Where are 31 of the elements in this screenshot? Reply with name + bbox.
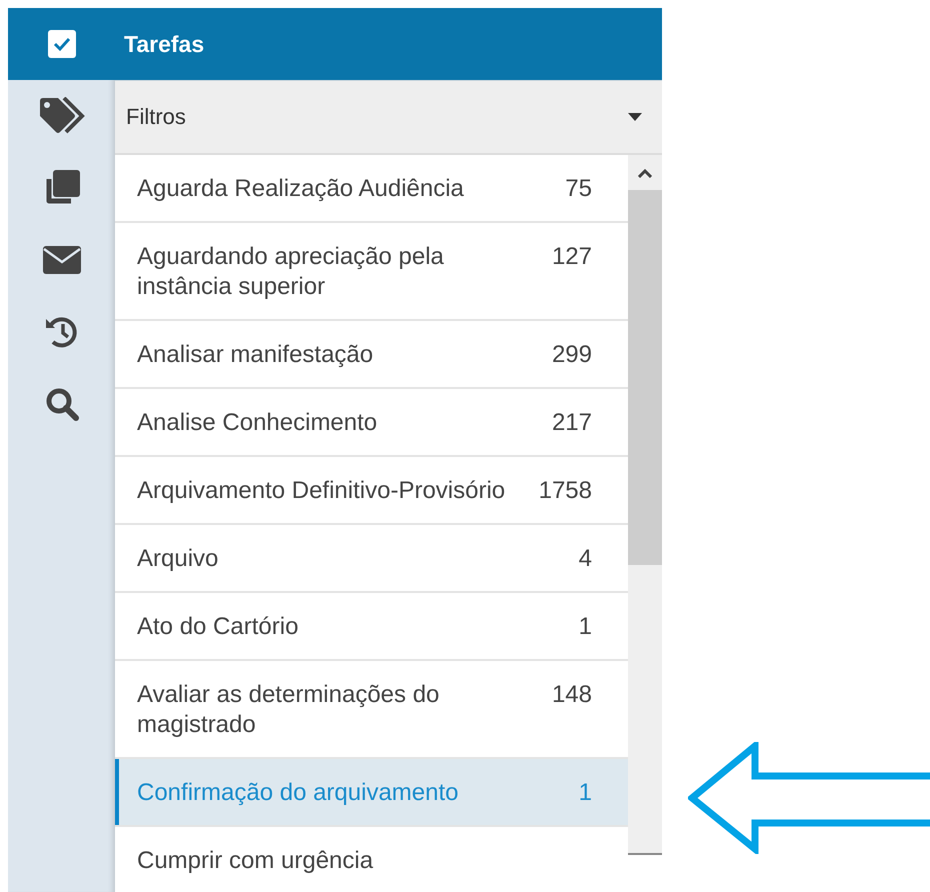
search-icon (44, 387, 78, 421)
task-count: 127 (552, 242, 592, 272)
scrollbar-thumb[interactable] (628, 190, 662, 565)
scrollbar[interactable] (628, 155, 662, 855)
history-icon (44, 315, 78, 349)
task-count: 75 (565, 174, 592, 204)
task-name: Avaliar as determinações do magistrado (137, 680, 440, 740)
task-count: 1 (578, 778, 592, 808)
filter-dropdown[interactable]: Filtros (115, 80, 662, 155)
task-name: Confirmação do arquivamento (137, 778, 459, 808)
task-name: Analisar manifestação (137, 340, 374, 370)
task-name: Arquivo (137, 544, 218, 574)
task-name: Aguarda Realização Audiência (137, 174, 464, 204)
task-count: 1 (578, 612, 592, 642)
scroll-up-icon (638, 169, 652, 178)
task-count: 148 (552, 680, 592, 710)
task-name: Ato do Cartório (137, 612, 298, 642)
task-count: 299 (552, 340, 592, 370)
sidebar-button[interactable] (8, 8, 115, 80)
caret-icon (628, 113, 642, 121)
task-count: 217 (552, 408, 592, 438)
tags-icon (38, 97, 86, 135)
envelope-icon (42, 246, 80, 274)
task-name: Arquivamento Definitivo-Provisório (137, 476, 506, 506)
task-count: 1758 (538, 476, 592, 506)
checkbox-icon (46, 29, 76, 59)
task-name: Aguardando apreciação pela instância superior (137, 242, 445, 302)
task-count: 4 (578, 544, 592, 574)
task-name: Cumprir com urgência (137, 846, 374, 876)
panel-title: Tarefas (124, 30, 204, 58)
task-name: Analise Conhecimento (137, 408, 378, 438)
